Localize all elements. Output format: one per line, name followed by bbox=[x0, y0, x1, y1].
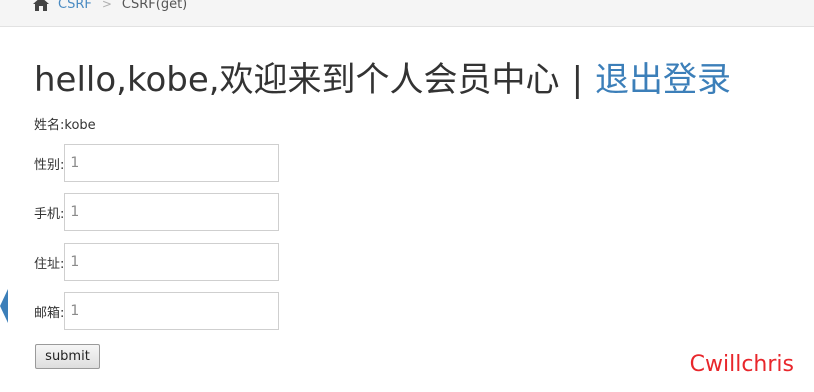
home-icon[interactable] bbox=[32, 0, 50, 12]
submit-button[interactable]: submit bbox=[35, 344, 100, 369]
email-input[interactable] bbox=[64, 292, 280, 330]
phone-row: 手机: bbox=[34, 193, 280, 231]
breadcrumb: CSRF > CSRF(get) bbox=[32, 0, 187, 14]
welcome-text: hello,kobe,欢迎来到个人会员中心 bbox=[34, 60, 560, 100]
breadcrumb-link-csrf[interactable]: CSRF bbox=[58, 0, 92, 12]
sex-label: 性别: bbox=[34, 157, 65, 173]
sidebar-collapse-tab[interactable] bbox=[0, 289, 8, 323]
address-label: 住址: bbox=[34, 256, 65, 272]
logout-link[interactable]: 退出登录 bbox=[595, 60, 731, 100]
phone-input[interactable] bbox=[64, 193, 280, 231]
address-row: 住址: bbox=[34, 243, 280, 281]
breadcrumb-bar: CSRF > CSRF(get) bbox=[0, 0, 814, 27]
email-label: 邮箱: bbox=[34, 305, 65, 321]
phone-label: 手机: bbox=[34, 206, 65, 222]
address-input[interactable] bbox=[64, 243, 280, 281]
page-title: hello,kobe,欢迎来到个人会员中心 | 退出登录 bbox=[34, 56, 731, 104]
watermark-text: Cwillchris bbox=[689, 352, 794, 377]
username-label: 姓名:kobe bbox=[34, 118, 96, 133]
breadcrumb-current: CSRF(get) bbox=[121, 0, 188, 12]
sex-input[interactable] bbox=[64, 144, 280, 182]
title-separator: | bbox=[571, 60, 584, 100]
email-row: 邮箱: bbox=[34, 292, 280, 330]
breadcrumb-separator: > bbox=[101, 0, 112, 11]
sex-row: 性别: bbox=[34, 144, 280, 182]
